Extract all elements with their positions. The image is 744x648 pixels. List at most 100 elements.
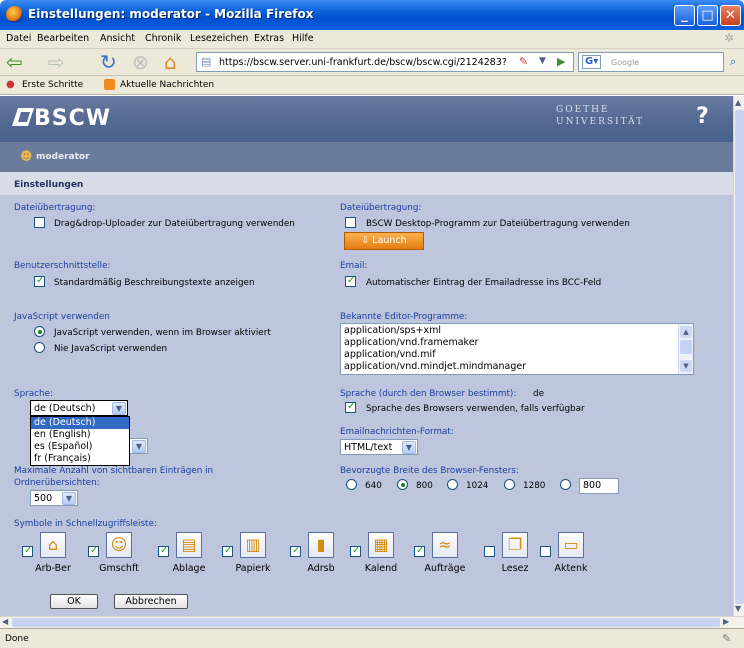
editors-listbox[interactable]: application/sps+xml application/vnd.fram… xyxy=(340,323,694,375)
menu-ansicht[interactable]: Ansicht xyxy=(100,33,135,44)
width-custom-input[interactable]: 800 xyxy=(579,478,619,494)
forward-icon[interactable]: ⇨ xyxy=(48,52,65,72)
symbol-checkbox[interactable] xyxy=(350,545,361,557)
js-on-radio[interactable] xyxy=(34,326,45,337)
help-button[interactable]: ? xyxy=(696,104,709,129)
bookmark-erste-schritte[interactable]: Erste Schritte xyxy=(22,80,83,90)
addressbook-icon[interactable]: ▮ xyxy=(308,532,334,558)
browser-lang-checkbox[interactable] xyxy=(345,401,356,413)
firefox-icon xyxy=(6,6,23,23)
chevron-down-icon: ▼ xyxy=(132,440,146,453)
reload-icon[interactable]: ↻ xyxy=(100,52,117,72)
js-off-radio[interactable] xyxy=(34,342,45,353)
search-engine-icon[interactable]: G▾ xyxy=(582,55,602,69)
launch-label: Launch xyxy=(372,235,407,246)
menu-lesezeichen[interactable]: Lesezeichen xyxy=(190,33,248,44)
menu-datei[interactable]: Datei xyxy=(6,33,31,44)
descriptions-checkbox[interactable] xyxy=(34,275,45,287)
search-box[interactable]: G▾ Google xyxy=(578,52,724,72)
user-icon: ☻ xyxy=(20,149,33,163)
js-label: JavaScript verwenden xyxy=(14,312,110,322)
back-icon[interactable]: ⇦ xyxy=(6,52,23,72)
language-label: Sprache: xyxy=(14,389,53,399)
trash-icon[interactable]: ▥ xyxy=(240,532,266,558)
max-entries-select[interactable]: 500 ▼ xyxy=(30,490,78,506)
scroll-thumb[interactable] xyxy=(680,340,692,354)
chevron-down-icon[interactable]: ▼ xyxy=(735,604,741,613)
hidden-select-stub[interactable]: ▼ xyxy=(128,438,148,454)
menu-extras[interactable]: Extras xyxy=(254,33,284,44)
bcc-checkbox[interactable] xyxy=(345,275,356,287)
chevron-right-icon[interactable]: ▶ xyxy=(723,617,729,626)
chevron-up-icon[interactable]: ▲ xyxy=(680,326,692,338)
chevron-down-icon: ▼ xyxy=(112,402,126,415)
cancel-button[interactable]: Abbrechen xyxy=(114,594,188,609)
language-option[interactable]: es (Español) xyxy=(31,441,129,453)
search-icon[interactable]: ⌕ xyxy=(730,55,736,69)
language-option[interactable]: fr (Français) xyxy=(31,453,129,465)
chevron-left-icon[interactable]: ◀ xyxy=(2,617,8,626)
ok-button[interactable]: OK xyxy=(50,594,98,609)
width-1280-radio[interactable] xyxy=(504,479,515,490)
dragdrop-checkbox[interactable] xyxy=(34,217,45,228)
symbol-checkbox[interactable] xyxy=(484,546,495,557)
url-bar[interactable]: ▤ https://bscw.server.uni-frankfurt.de/b… xyxy=(196,52,574,72)
bookmark-icon[interactable]: ❐ xyxy=(502,532,528,558)
briefcase-icon[interactable]: ▭ xyxy=(558,532,584,558)
uni-line-2: UNIVERSITÄT xyxy=(556,117,645,127)
language-option[interactable]: en (English) xyxy=(31,429,129,441)
house-icon[interactable]: ⌂ xyxy=(40,532,66,558)
close-button[interactable]: ✕ xyxy=(720,5,741,26)
maximize-button[interactable]: □ xyxy=(697,5,718,26)
scroll-thumb[interactable] xyxy=(735,110,744,604)
scroll-thumb[interactable] xyxy=(12,618,720,627)
editor-item[interactable]: application/vnd.framemaker xyxy=(341,337,693,349)
menu-bearbeiten[interactable]: Bearbeiten xyxy=(37,33,89,44)
menu-chronik[interactable]: Chronik xyxy=(145,33,181,44)
symbol-checkbox[interactable] xyxy=(88,545,99,557)
bookmark-aktuelle-nachrichten[interactable]: Aktuelle Nachrichten xyxy=(120,80,214,90)
editor-item[interactable]: application/vnd.mif xyxy=(341,349,693,361)
url-text: https://bscw.server.uni-frankfurt.de/bsc… xyxy=(219,57,507,68)
symbol-label: Ablage xyxy=(172,563,206,574)
chevron-up-icon[interactable]: ▲ xyxy=(735,98,741,107)
menu-hilfe[interactable]: Hilfe xyxy=(292,33,314,44)
language-option[interactable]: de (Deutsch) xyxy=(31,417,129,429)
js-off-label: Nie JavaScript verwenden xyxy=(54,344,168,354)
minimize-button[interactable]: _ xyxy=(674,5,695,26)
chevron-down-icon[interactable]: ▼ xyxy=(680,360,692,372)
width-1024-radio[interactable] xyxy=(447,479,458,490)
symbol-checkbox[interactable] xyxy=(540,546,551,557)
width-800-radio[interactable] xyxy=(397,479,408,490)
symbol-checkbox[interactable] xyxy=(222,545,233,557)
language-select[interactable]: de (Deutsch) ▼ xyxy=(30,400,128,416)
width-custom-radio[interactable] xyxy=(560,479,571,490)
go-icon[interactable]: ▶ xyxy=(557,55,565,68)
width-1024-label: 1024 xyxy=(466,481,489,491)
home-icon[interactable]: ⌂ xyxy=(164,52,177,72)
symbol-label: Adrsb xyxy=(307,563,335,574)
symbol-checkbox[interactable] xyxy=(22,545,33,557)
stop-icon[interactable]: ⊗ xyxy=(132,52,149,72)
goethe-university-logo: GOETHE UNIVERSITÄT xyxy=(556,104,644,128)
page-icon: ▤ xyxy=(201,55,212,68)
symbol-checkbox[interactable] xyxy=(158,545,169,557)
horizontal-scrollbar[interactable]: ◀ ▶ xyxy=(0,616,744,628)
clipboard-icon[interactable]: ▤ xyxy=(176,532,202,558)
symbol-checkbox[interactable] xyxy=(414,545,425,557)
calendar-icon[interactable]: ▦ xyxy=(368,532,394,558)
editor-item[interactable]: application/sps+xml xyxy=(341,325,693,337)
launch-button[interactable]: ⇩ Launch xyxy=(344,232,424,250)
vertical-scrollbar[interactable]: ▲ ▼ xyxy=(733,96,744,616)
tasks-icon[interactable]: ≈ xyxy=(432,532,458,558)
symbol-checkbox[interactable] xyxy=(290,545,301,557)
width-640-radio[interactable] xyxy=(346,479,357,490)
url-dropdown-icon[interactable]: ▼ xyxy=(539,56,546,66)
desktop-upload-text: BSCW Desktop-Programm zur Dateiübertragu… xyxy=(366,219,630,229)
community-icon[interactable]: ☺ xyxy=(106,532,132,558)
editors-scrollbar[interactable]: ▲ ▼ xyxy=(678,324,693,374)
bookmark-star-icon[interactable]: ✎ xyxy=(519,55,528,68)
desktop-upload-checkbox[interactable] xyxy=(345,217,356,228)
editor-item[interactable]: application/vnd.mindjet.mindmanager xyxy=(341,361,693,373)
mail-format-select[interactable]: HTML/text ▼ xyxy=(340,439,418,455)
